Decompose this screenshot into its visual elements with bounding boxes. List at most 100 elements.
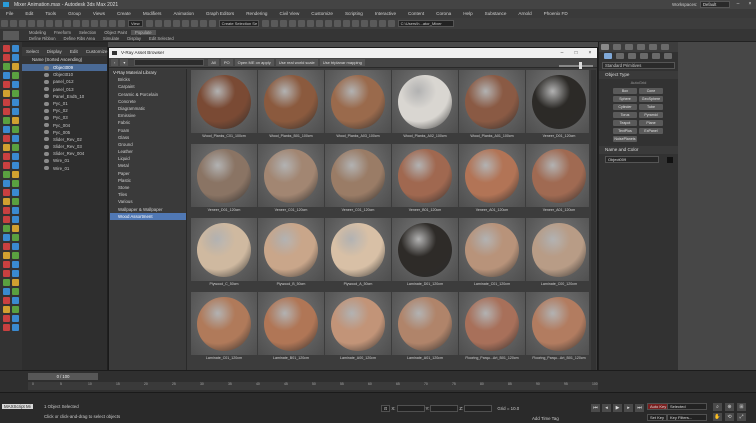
lights-icon[interactable] bbox=[628, 53, 636, 59]
next-frame-icon[interactable]: ▸ bbox=[624, 404, 633, 412]
toolstrip-tool-icon[interactable] bbox=[3, 261, 10, 268]
tree-category-item[interactable]: Leather bbox=[110, 148, 186, 155]
explorer-tab-select[interactable]: Select bbox=[22, 47, 43, 56]
filter-all-button[interactable]: All bbox=[208, 59, 219, 66]
edit-named-sets-icon[interactable] bbox=[208, 20, 216, 27]
z-coord-field[interactable] bbox=[464, 405, 493, 412]
toolstrip-tool-icon[interactable] bbox=[3, 135, 10, 142]
workspace-dropdown[interactable]: Default bbox=[700, 1, 730, 8]
dialog-maximize-icon[interactable]: □ bbox=[569, 48, 583, 58]
material-thumbnail[interactable]: Laminate_A01_120cm bbox=[392, 292, 458, 364]
visibility-eye-icon[interactable] bbox=[44, 123, 49, 128]
vray-icon[interactable] bbox=[351, 20, 359, 27]
material-thumbnail[interactable]: Plywood_B_50cm bbox=[258, 218, 324, 290]
menu-arnold[interactable]: Arnold bbox=[512, 9, 537, 18]
space-warps-icon[interactable] bbox=[664, 53, 672, 59]
toolstrip-tool-icon[interactable] bbox=[12, 180, 19, 187]
explorer-object-row[interactable]: Pyc_01 bbox=[22, 100, 107, 107]
render-frame-icon[interactable] bbox=[333, 20, 341, 27]
slider-handle[interactable] bbox=[579, 62, 582, 69]
explorer-tab-display[interactable]: Display bbox=[43, 47, 66, 56]
visibility-eye-icon[interactable] bbox=[44, 166, 49, 171]
toolstrip-tool-icon[interactable] bbox=[3, 207, 10, 214]
select-filter-icon[interactable] bbox=[46, 20, 53, 27]
toolstrip-tool-icon[interactable] bbox=[12, 162, 19, 169]
select-icon[interactable] bbox=[55, 20, 62, 27]
back-icon[interactable]: ‹ bbox=[111, 59, 119, 66]
ribbon-edit-selected[interactable]: Edit Selected bbox=[145, 36, 178, 41]
scale-icon[interactable] bbox=[109, 20, 116, 27]
tree-category-item[interactable]: Carpaint bbox=[110, 83, 186, 90]
tree-category-item[interactable]: Paper bbox=[110, 170, 186, 177]
visibility-eye-icon[interactable] bbox=[44, 159, 49, 164]
menu-create[interactable]: Create bbox=[111, 9, 137, 18]
toolstrip-tool-icon[interactable] bbox=[12, 90, 19, 97]
x-coord-field[interactable] bbox=[396, 405, 425, 412]
reference-coord-dropdown[interactable]: View bbox=[128, 20, 143, 27]
pan-icon[interactable]: ✋ bbox=[713, 413, 722, 421]
keyboard-shortcut-icon[interactable] bbox=[163, 20, 171, 27]
tree-category-item[interactable]: Wood Assortment bbox=[110, 212, 186, 220]
menu-phoenix-fd[interactable]: Phoenix FD bbox=[538, 9, 574, 18]
toolstrip-tool-icon[interactable] bbox=[12, 171, 19, 178]
menu-content[interactable]: Content bbox=[402, 9, 430, 18]
align-icon[interactable] bbox=[270, 20, 278, 27]
ribbon-tab-object-paint[interactable]: Object Paint bbox=[100, 30, 131, 35]
open-icon[interactable] bbox=[387, 20, 395, 27]
menu-graph-editors[interactable]: Graph Editors bbox=[200, 9, 240, 18]
visibility-eye-icon[interactable] bbox=[44, 65, 49, 70]
toolstrip-tool-icon[interactable] bbox=[3, 324, 10, 331]
set-key-button[interactable]: Set Key bbox=[647, 414, 668, 421]
shapes-icon[interactable] bbox=[616, 53, 624, 59]
toolstrip-tool-icon[interactable] bbox=[3, 117, 10, 124]
material-thumbnail[interactable]: Laminate_C00_120cm bbox=[526, 218, 589, 290]
zoom-icon[interactable]: ⌕ bbox=[713, 403, 722, 411]
explorer-object-row[interactable]: Object010 bbox=[22, 71, 107, 78]
toolstrip-tool-icon[interactable] bbox=[3, 198, 10, 205]
place-icon[interactable] bbox=[118, 20, 125, 27]
toolstrip-tool-icon[interactable] bbox=[3, 225, 10, 232]
material-thumbnail[interactable]: Veneer_C01_120cm bbox=[325, 144, 391, 216]
maximize-viewport-icon[interactable]: ⤢ bbox=[737, 413, 746, 421]
material-editor-icon[interactable] bbox=[315, 20, 323, 27]
visibility-eye-icon[interactable] bbox=[44, 101, 49, 106]
toolstrip-tool-icon[interactable] bbox=[12, 108, 19, 115]
toolstrip-tool-icon[interactable] bbox=[3, 81, 10, 88]
toolstrip-tool-icon[interactable] bbox=[3, 126, 10, 133]
menu-file[interactable]: File bbox=[0, 9, 19, 18]
toolstrip-tool-icon[interactable] bbox=[12, 189, 19, 196]
object-type-button[interactable]: Cone bbox=[639, 88, 663, 94]
material-thumbnail[interactable]: Veneer_A01_120cm bbox=[459, 144, 525, 216]
ribbon-tab-selection[interactable]: Selection bbox=[75, 30, 100, 35]
schematic-icon[interactable] bbox=[306, 20, 314, 27]
toolstrip-tool-icon[interactable] bbox=[3, 243, 10, 250]
primitive-type-dropdown[interactable]: Standard Primitives bbox=[602, 62, 675, 69]
menu-group[interactable]: Group bbox=[62, 9, 87, 18]
menu-interactive[interactable]: Interactive bbox=[369, 9, 402, 18]
explorer-object-row[interactable]: Pyc_004 bbox=[22, 122, 107, 129]
maxscript-listener[interactable]: MAXScript Mi bbox=[2, 404, 33, 409]
toolstrip-tool-icon[interactable] bbox=[3, 234, 10, 241]
select-manipulate-icon[interactable] bbox=[154, 20, 162, 27]
material-thumbnail[interactable]: Wood_Planks_B01_100cm bbox=[258, 70, 324, 142]
toolstrip-tool-icon[interactable] bbox=[12, 315, 19, 322]
visibility-eye-icon[interactable] bbox=[44, 137, 49, 142]
explorer-object-row[interactable]: panel_012 bbox=[22, 78, 107, 85]
visibility-eye-icon[interactable] bbox=[44, 108, 49, 113]
explorer-tab-customize[interactable]: Customize bbox=[82, 47, 112, 56]
scene-explorer-icon[interactable] bbox=[288, 20, 296, 27]
toolstrip-tool-icon[interactable] bbox=[12, 81, 19, 88]
toolstrip-tool-icon[interactable] bbox=[3, 297, 10, 304]
material-thumbnail[interactable]: Wood_Planks_C01_100cm bbox=[191, 70, 257, 142]
object-type-button[interactable]: Torus bbox=[613, 112, 637, 118]
add-time-tag-button[interactable]: Add Time Tag bbox=[532, 416, 559, 421]
toolstrip-tool-icon[interactable] bbox=[3, 45, 10, 52]
visibility-eye-icon[interactable] bbox=[44, 94, 49, 99]
toolstrip-tool-icon[interactable] bbox=[12, 63, 19, 70]
key-mode-dropdown[interactable]: Selected bbox=[667, 403, 707, 410]
y-coord-field[interactable] bbox=[430, 405, 459, 412]
toolstrip-tool-icon[interactable] bbox=[12, 198, 19, 205]
object-type-button[interactable]: Sphere bbox=[613, 96, 637, 102]
material-thumbnail[interactable]: Plywood_A_50cm bbox=[325, 218, 391, 290]
zoom-all-icon[interactable]: ⊕ bbox=[725, 403, 734, 411]
